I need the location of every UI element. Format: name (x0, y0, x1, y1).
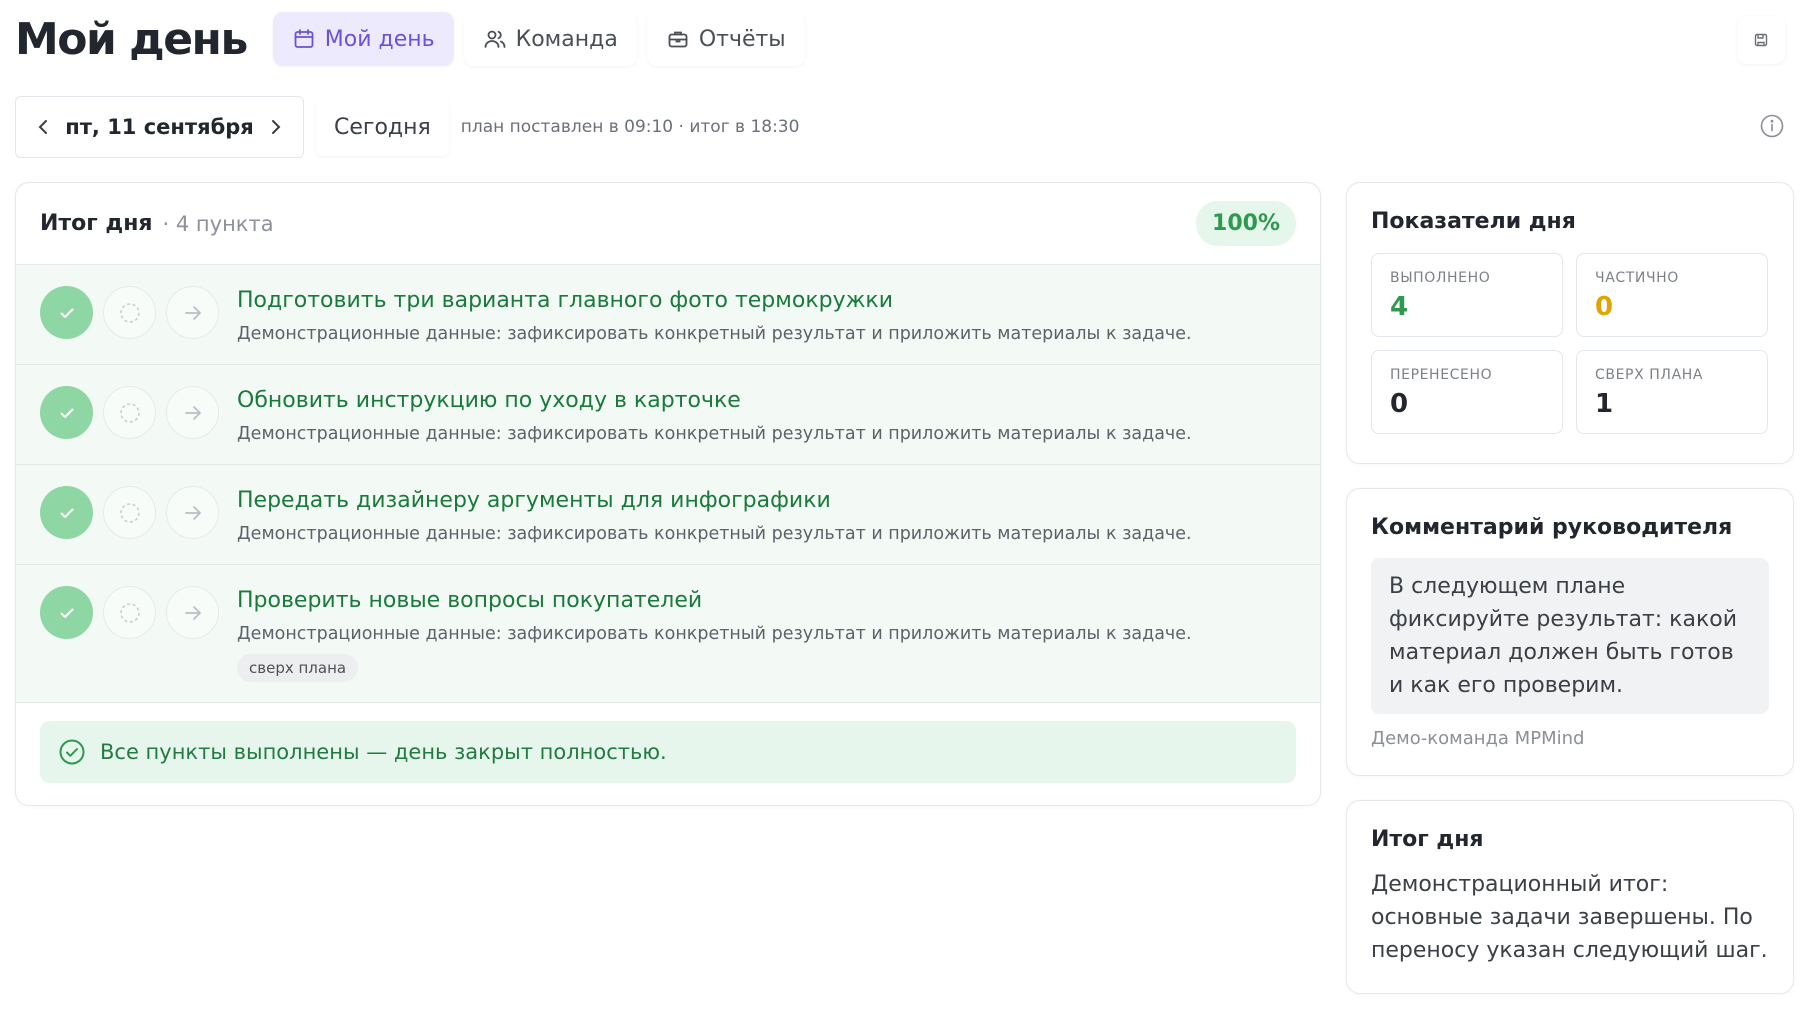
metric-label: ЧАСТИЧНО (1595, 270, 1679, 286)
task-status-controls (40, 385, 219, 464)
mark-done-button[interactable] (40, 486, 93, 539)
briefcase-icon (668, 31, 688, 48)
metric-done: ВЫПОЛНЕНО 4 (1371, 253, 1563, 337)
day-summary-card: Итог дня Демонстрационный итог: основные… (1346, 800, 1794, 994)
completion-badge: 100% (1196, 201, 1296, 246)
tab-label: Команда (515, 26, 618, 52)
check-icon (60, 608, 73, 618)
date-navigator: пт, 11 сентября (15, 96, 304, 158)
users-icon (484, 30, 505, 48)
nav-tabs: Мой день Команда Отчёты (272, 12, 805, 66)
current-date: пт, 11 сентября (65, 115, 254, 139)
postpone-button[interactable] (166, 386, 219, 439)
arrow-right-icon (184, 605, 201, 620)
dashed-circle-icon (119, 402, 140, 423)
tab-label: Мой день (324, 26, 435, 52)
plan-meta: план поставлен в 09:10 · итог в 18:30 (460, 117, 800, 137)
tab-reports[interactable]: Отчёты (646, 12, 805, 66)
top-bar: Мой день Мой день Команда Отчёты (15, 12, 1785, 66)
task-description: Демонстрационные данные: зафиксировать к… (237, 324, 1192, 344)
task-count: · 4 пункта (162, 211, 274, 236)
mark-done-button[interactable] (40, 586, 93, 639)
comment-author: Демо-команда MPMind (1371, 728, 1585, 749)
completion-banner: Все пункты выполнены — день закрыт полно… (40, 721, 1296, 783)
metric-value: 0 (1595, 292, 1614, 322)
check-icon (60, 408, 73, 418)
tab-my-day[interactable]: Мой день (272, 12, 454, 66)
day-result-header: Итог дня · 4 пункта 100% (16, 183, 1320, 265)
chevron-right-icon (271, 120, 281, 134)
task-status-controls (40, 285, 219, 364)
task-status-controls (40, 585, 219, 702)
dashed-circle-icon (119, 302, 140, 323)
metric-value: 1 (1595, 389, 1614, 419)
arrow-right-icon (184, 305, 201, 320)
task-status-controls (40, 485, 219, 564)
completion-message: Все пункты выполнены — день закрыт полно… (100, 740, 667, 764)
arrow-right-icon (184, 505, 201, 520)
summary-title: Итог дня (1371, 827, 1484, 852)
task-title[interactable]: Передать дизайнеру аргументы для инфогра… (237, 488, 1192, 513)
mark-done-button[interactable] (40, 286, 93, 339)
dashed-circle-icon (119, 602, 140, 623)
postpone-button[interactable] (166, 486, 219, 539)
metric-value: 4 (1390, 292, 1409, 322)
mark-partial-button[interactable] (103, 486, 156, 539)
info-icon[interactable] (1759, 113, 1785, 139)
task-row: Обновить инструкцию по уходу в карточке … (16, 365, 1320, 465)
mark-partial-button[interactable] (103, 286, 156, 339)
metric-label: СВЕРХ ПЛАНА (1595, 367, 1704, 383)
mark-partial-button[interactable] (103, 586, 156, 639)
task-description: Демонстрационные данные: зафиксировать к… (237, 624, 1192, 644)
task-row: Проверить новые вопросы покупателей Демо… (16, 565, 1320, 703)
postpone-button[interactable] (166, 286, 219, 339)
metric-label: ВЫПОЛНЕНО (1390, 270, 1491, 286)
dashed-circle-icon (119, 502, 140, 523)
next-day-button[interactable] (257, 109, 293, 145)
metrics-title: Показатели дня (1371, 209, 1576, 234)
section-title: Итог дня (40, 211, 153, 236)
mark-done-button[interactable] (40, 386, 93, 439)
postpone-button[interactable] (166, 586, 219, 639)
extra-plan-tag: сверх плана (237, 654, 359, 682)
task-description: Демонстрационные данные: зафиксировать к… (237, 424, 1192, 444)
task-row: Передать дизайнеру аргументы для инфогра… (16, 465, 1320, 565)
calendar-icon (294, 29, 314, 48)
today-button[interactable]: Сегодня (316, 98, 449, 156)
task-row: Подготовить три варианта главного фото т… (16, 265, 1320, 365)
check-icon (60, 308, 73, 318)
day-result-card: Итог дня · 4 пункта 100% Подготовить три… (15, 182, 1321, 806)
check-circle-icon (59, 739, 85, 765)
summary-text: Демонстрационный итог: основные задачи з… (1371, 872, 1768, 963)
metric-extra: СВЕРХ ПЛАНА 1 (1576, 350, 1768, 434)
metric-label: ПЕРЕНЕСЕНО (1390, 367, 1493, 383)
task-title[interactable]: Обновить инструкцию по уходу в карточке (237, 388, 1192, 413)
metrics-grid: ВЫПОЛНЕНО 4 ЧАСТИЧНО 0 ПЕРЕНЕСЕНО 0 СВЕР… (1371, 253, 1769, 434)
comment-title: Комментарий руководителя (1371, 515, 1733, 540)
task-title[interactable]: Подготовить три варианта главного фото т… (237, 288, 1192, 313)
metric-value: 0 (1390, 389, 1409, 419)
save-button[interactable] (1737, 16, 1785, 64)
task-content: Обновить инструкцию по уходу в карточке … (237, 385, 1192, 464)
prev-day-button[interactable] (26, 109, 62, 145)
mark-partial-button[interactable] (103, 386, 156, 439)
manager-comment-card: Комментарий руководителя В следующем пла… (1346, 488, 1794, 776)
task-content: Передать дизайнеру аргументы для инфогра… (237, 485, 1192, 564)
metric-partial: ЧАСТИЧНО 0 (1576, 253, 1768, 337)
tab-label: Отчёты (698, 26, 786, 52)
arrow-right-icon (184, 405, 201, 420)
metrics-card: Показатели дня ВЫПОЛНЕНО 4 ЧАСТИЧНО 0 ПЕ… (1346, 182, 1794, 464)
metric-postponed: ПЕРЕНЕСЕНО 0 (1371, 350, 1563, 434)
check-icon (60, 508, 73, 518)
comment-text: В следующем плане фиксируйте результат: … (1371, 558, 1769, 714)
page-title: Мой день (15, 13, 248, 65)
tab-team[interactable]: Команда (463, 12, 637, 66)
chevron-left-icon (38, 120, 47, 134)
task-content: Подготовить три варианта главного фото т… (237, 285, 1192, 364)
task-description: Демонстрационные данные: зафиксировать к… (237, 524, 1192, 544)
task-title[interactable]: Проверить новые вопросы покупателей (237, 588, 1192, 613)
task-content: Проверить новые вопросы покупателей Демо… (237, 585, 1192, 702)
save-icon (1754, 33, 1768, 47)
date-bar: пт, 11 сентября Сегодня план поставлен в… (15, 96, 1785, 158)
